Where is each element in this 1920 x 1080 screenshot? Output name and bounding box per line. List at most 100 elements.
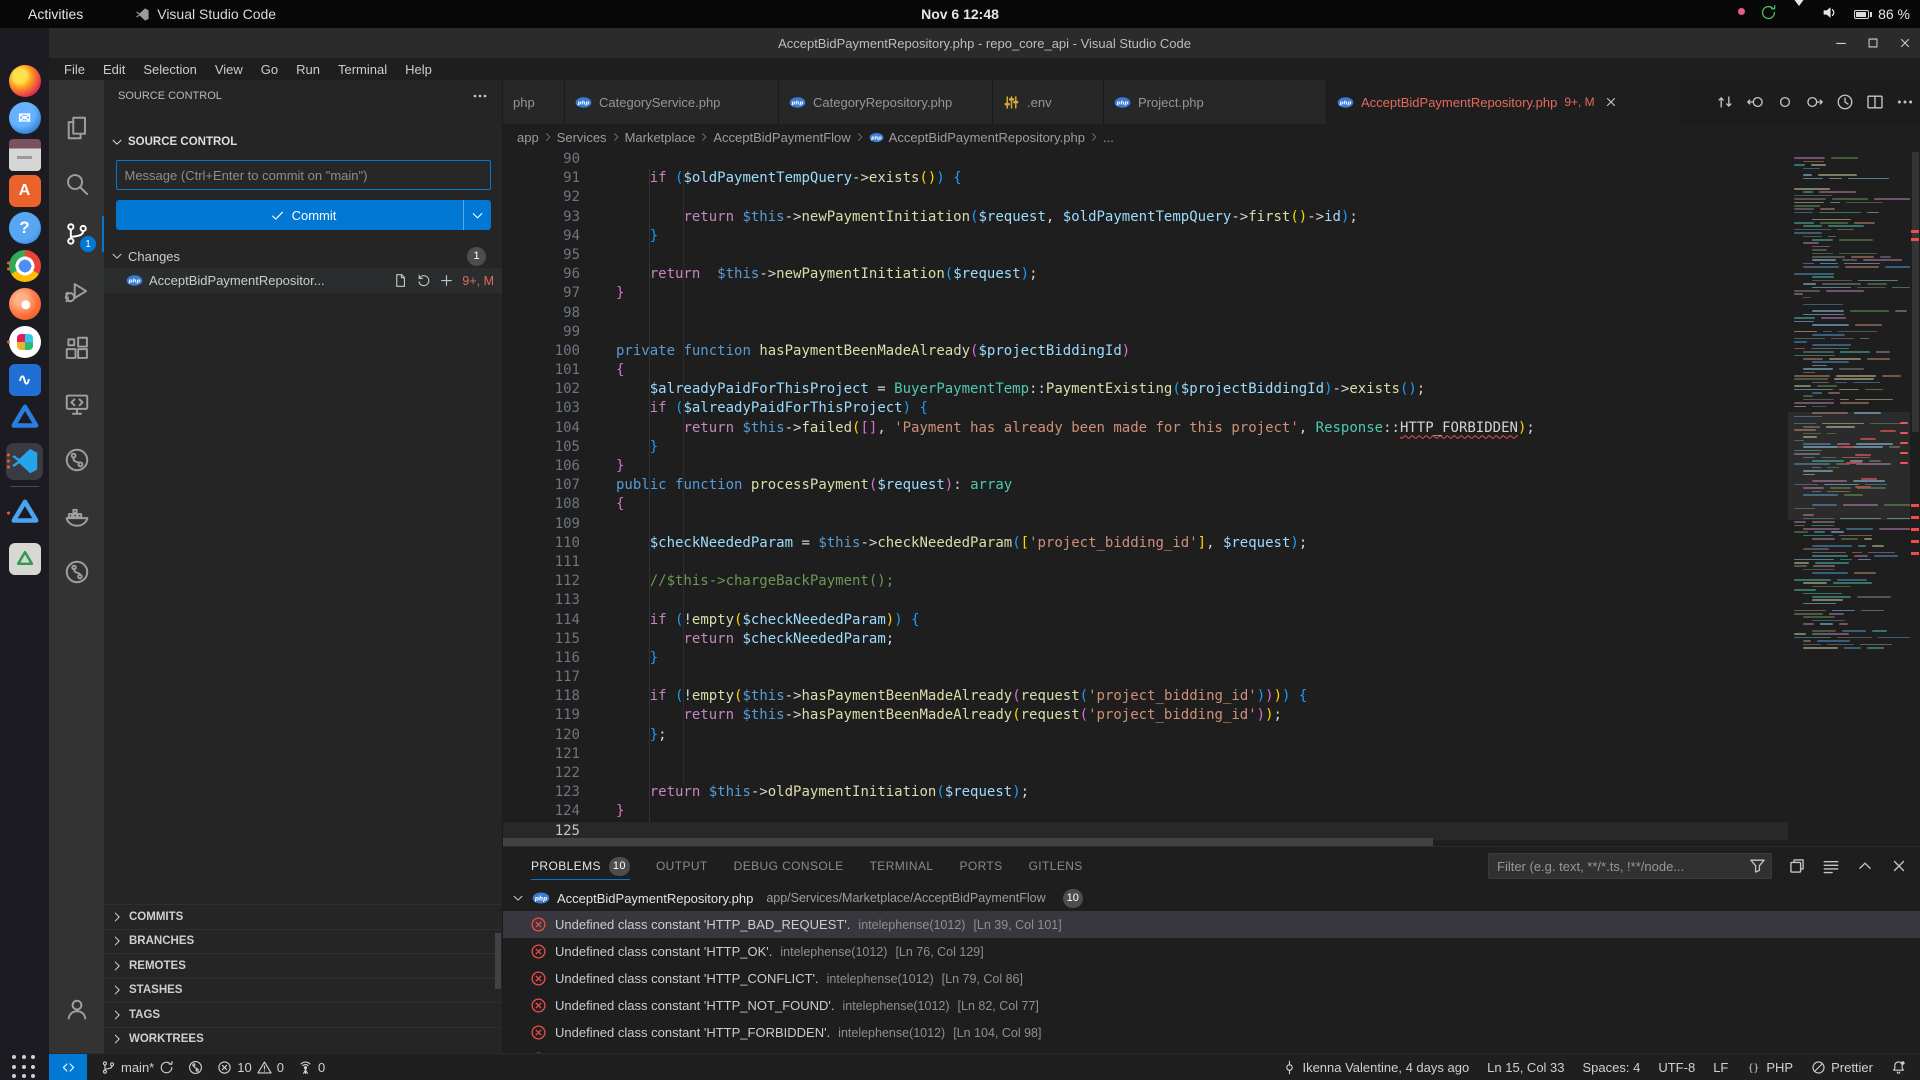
indentation-item[interactable]: Spaces: 4 [1583,1060,1641,1075]
menu-run[interactable]: Run [287,62,329,77]
breadcrumb-item[interactable]: app [517,130,539,145]
gitlens-status-item[interactable] [188,1060,203,1075]
activities-button[interactable]: Activities [28,6,83,22]
stage-changes-icon[interactable] [439,273,454,288]
tab-project.php[interactable]: phpProject.php [1104,80,1327,124]
activity-gitlens-inspect[interactable] [49,548,104,596]
menu-edit[interactable]: Edit [94,62,134,77]
dock-item-thunderbird[interactable]: ✉ [6,100,43,137]
dock-item-slack[interactable] [6,324,43,361]
problems-file-group[interactable]: php AcceptBidPaymentRepository.php app/S… [503,885,1920,911]
activity-explorer[interactable] [49,104,104,152]
section-worktrees[interactable]: WORKTREES [104,1027,502,1052]
minimize-button[interactable] [1834,36,1848,50]
panel-tab-output[interactable]: OUTPUT [656,847,708,885]
next-change-icon[interactable] [1806,93,1824,111]
problems-status-item[interactable]: 10 0 [217,1060,284,1075]
ports-status-item[interactable]: 0 [298,1060,325,1075]
activity-run-debug[interactable] [49,268,104,316]
notifications-item[interactable] [1891,1060,1906,1075]
open-file-icon[interactable] [393,273,408,288]
split-editor-icon[interactable] [1866,93,1884,111]
close-panel-icon[interactable] [1890,857,1908,875]
section-remotes[interactable]: REMOTES [104,953,502,978]
dock-item-files[interactable] [6,137,43,174]
dock-item-ubuntu-software[interactable]: A [6,173,43,210]
activity-extensions[interactable] [49,324,104,372]
activity-remote-explorer[interactable] [49,380,104,428]
volume-icon[interactable] [1821,4,1838,24]
section-stashes[interactable]: STASHES [104,978,502,1003]
commit-button[interactable]: Commit [116,200,491,230]
tab-php[interactable]: php [503,80,565,124]
breadcrumb-item[interactable]: Marketplace [625,130,696,145]
menu-go[interactable]: Go [252,62,287,77]
more-actions-icon[interactable] [1896,93,1914,111]
menu-terminal[interactable]: Terminal [329,62,396,77]
close-window-button[interactable] [1898,36,1912,50]
activity-source-control[interactable]: 1 [49,210,104,258]
horizontal-scrollbar[interactable] [503,838,1910,846]
breadcrumb-item[interactable]: ... [1103,130,1114,145]
minimap-slider[interactable] [1788,412,1910,520]
dock-item-postman[interactable] [6,286,43,323]
panel-tab-terminal[interactable]: TERMINAL [870,847,934,885]
eol-item[interactable]: LF [1713,1060,1728,1075]
open-change-icon[interactable] [1776,93,1794,111]
sync-green-icon[interactable] [1760,4,1777,24]
tab-categoryservice.php[interactable]: phpCategoryService.php [565,80,779,124]
commit-dropdown-button[interactable] [463,200,491,230]
breadcrumb-item[interactable]: Services [557,130,607,145]
scrollbar-thumb[interactable] [1912,152,1919,432]
sidebar-scrollbar[interactable] [495,933,501,989]
panel-tab-gitlens[interactable]: GITLENS [1029,847,1083,885]
dock-item-chrome[interactable] [6,248,43,285]
discard-changes-icon[interactable] [416,273,431,288]
section-branches[interactable]: BRANCHES [104,929,502,954]
panel-tab-ports[interactable]: PORTS [959,847,1002,885]
maximize-button[interactable] [1866,36,1880,50]
git-blame-item[interactable]: Ikenna Valentine, 4 days ago [1282,1060,1469,1075]
copy-icon[interactable] [1788,857,1806,875]
encoding-item[interactable]: UTF-8 [1658,1060,1695,1075]
problem-row[interactable]: Undefined class constant 'HTTP_CONFLICT'… [503,965,1920,992]
code-editor[interactable]: 9091 if ($oldPaymentTempQuery->exists())… [503,150,1788,840]
activity-accounts[interactable] [49,985,104,1033]
problem-row[interactable]: Undefined class constant 'HTTP_NOT_FOUND… [503,992,1920,1019]
formatter-item[interactable]: Prettier [1811,1060,1873,1075]
dock-item-trash[interactable] [6,541,43,578]
tab-categoryrepository.php[interactable]: phpCategoryRepository.php [779,80,993,124]
dock-item-blue-app[interactable] [6,400,43,437]
close-tab-icon[interactable] [1604,95,1618,109]
changes-section-header[interactable]: Changes 1 [104,244,502,268]
activity-gitlens[interactable] [49,436,104,484]
collapse-list-icon[interactable] [1822,857,1840,875]
problem-row[interactable]: Undefined class constant 'HTTP_FORBIDDEN… [503,1019,1920,1046]
source-control-section-header[interactable]: SOURCE CONTROL [104,130,502,154]
chevron-up-icon[interactable] [1856,857,1874,875]
clock[interactable]: Nov 6 12:48 [921,6,999,22]
menu-help[interactable]: Help [396,62,441,77]
section-commits[interactable]: COMMITS [104,904,502,929]
dock-item-help[interactable]: ? [6,210,43,247]
overview-ruler[interactable] [1910,150,1920,840]
dock-item-system-monitor[interactable] [6,362,43,399]
more-actions-icon[interactable] [472,88,488,104]
menu-file[interactable]: File [55,62,94,77]
minimap[interactable] [1788,150,1910,840]
language-mode-item[interactable]: {} PHP [1746,1060,1793,1075]
cursor-position-item[interactable]: Ln 15, Col 33 [1487,1060,1564,1075]
commit-message-input[interactable] [116,160,491,190]
gitlens-compare-icon[interactable] [1716,93,1734,111]
dock-item-firefox[interactable] [6,63,43,100]
changed-file-row[interactable]: php AcceptBidPaymentRepositor... 9+, M [104,268,502,293]
tab-.env[interactable]: .env [993,80,1104,124]
menu-view[interactable]: View [206,62,252,77]
timeline-icon[interactable] [1836,93,1854,111]
breadcrumb-item[interactable]: phpAcceptBidPaymentRepository.php [869,130,1085,145]
branch-status-item[interactable]: main* [101,1060,174,1075]
dock-item-blue-app-2[interactable] [6,495,43,532]
section-tags[interactable]: TAGS [104,1002,502,1027]
problem-row[interactable]: Undefined class constant 'HTTP_OK'.intel… [503,938,1920,965]
breadcrumb-item[interactable]: AcceptBidPaymentFlow [713,130,850,145]
